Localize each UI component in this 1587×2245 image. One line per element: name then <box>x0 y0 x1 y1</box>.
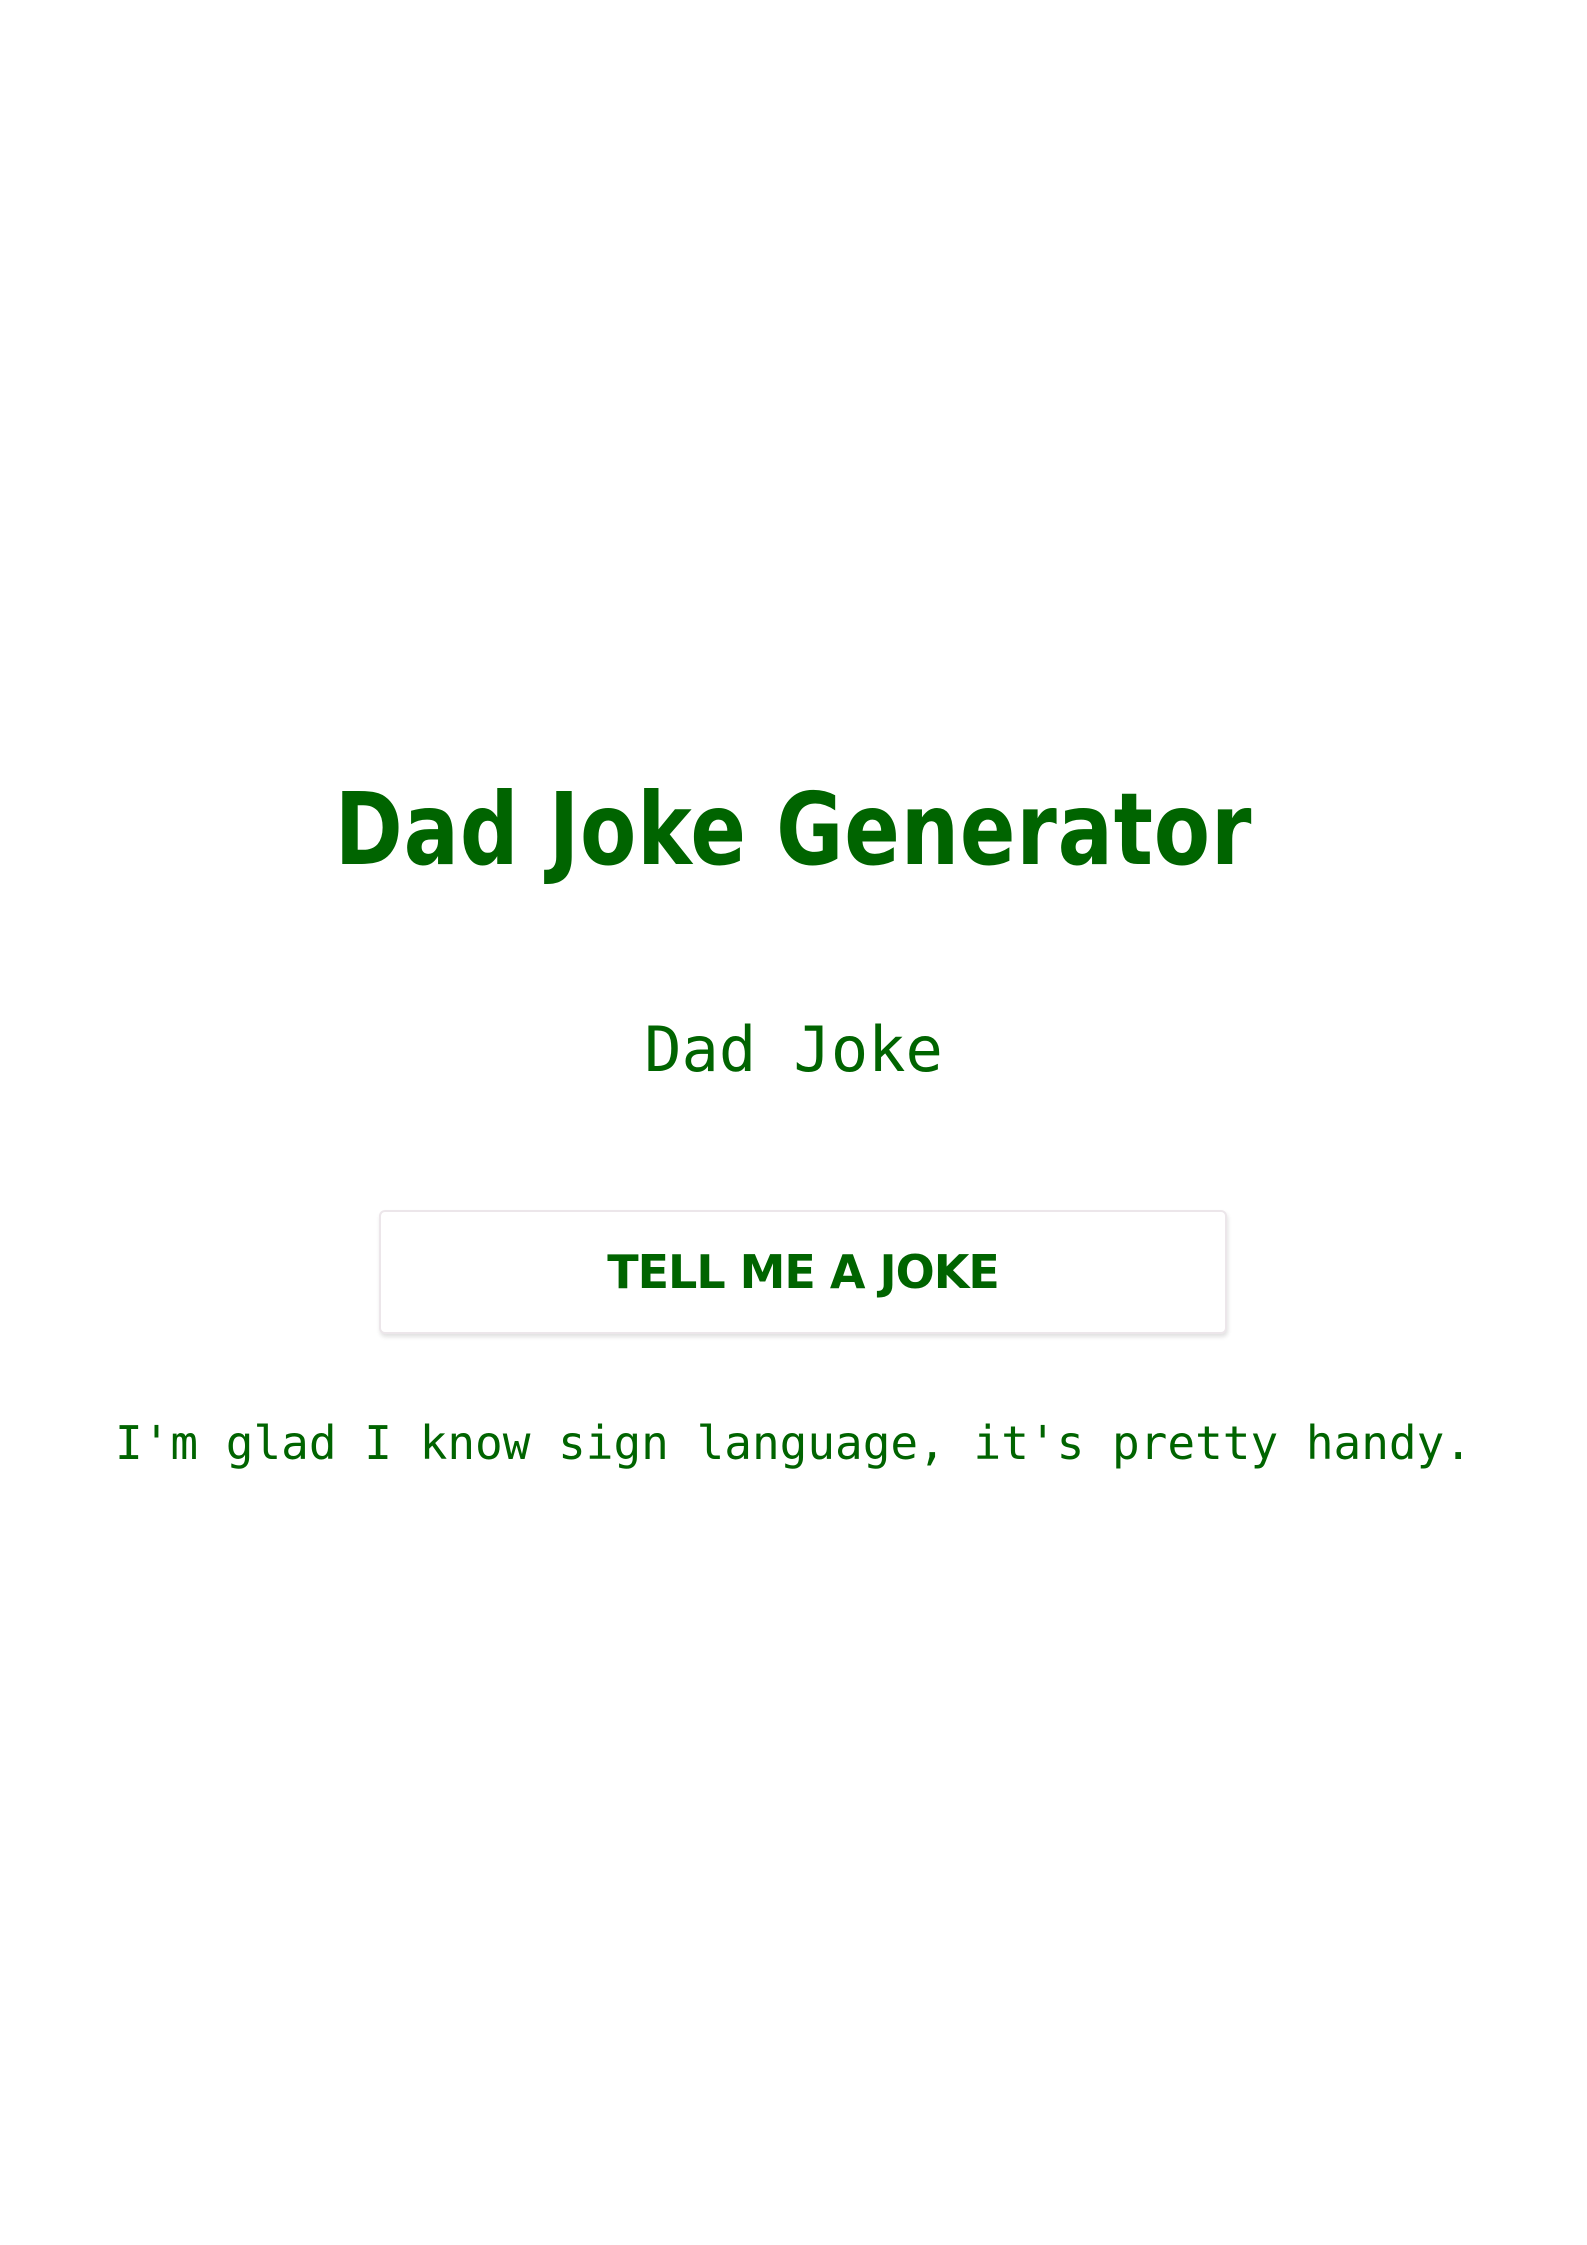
page-subtitle: Dad Joke <box>644 1013 943 1086</box>
tell-joke-button[interactable]: TELL ME A JOKE <box>379 1210 1227 1334</box>
page: Dad Joke Generator Dad Joke TELL ME A JO… <box>0 0 1587 2245</box>
joke-text: I'm glad I know sign language, it's pret… <box>114 1416 1473 1470</box>
page-title: Dad Joke Generator <box>334 771 1253 888</box>
